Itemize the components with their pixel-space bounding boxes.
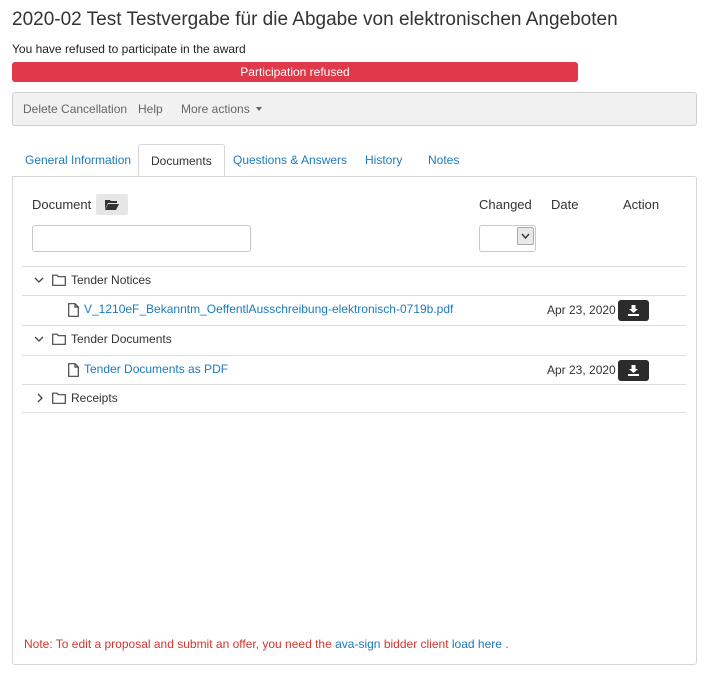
file-icon: [68, 303, 79, 317]
folder-icon: [52, 274, 66, 286]
chevron-down-icon[interactable]: [34, 335, 44, 343]
ava-sign-link[interactable]: ava-sign: [335, 637, 380, 651]
document-link[interactable]: Tender Documents as PDF: [84, 362, 228, 376]
changed-filter-select[interactable]: [479, 225, 536, 252]
action-toolbar: Delete Cancellation Help More actions: [12, 92, 697, 126]
date-column-header: Date: [551, 197, 579, 212]
document-filter-input[interactable]: [32, 225, 251, 252]
documents-panel: Document Changed Date Action Tender Noti…: [12, 176, 697, 665]
action-column-header: Action: [623, 197, 660, 212]
tab-general-information[interactable]: General Information: [25, 144, 131, 177]
download-icon: [628, 305, 639, 316]
load-here-link[interactable]: load here: [452, 637, 502, 651]
folder-icon: [52, 392, 66, 404]
status-badge: Participation refused: [12, 62, 578, 82]
changed-column-header: Changed: [479, 197, 532, 212]
chevron-down-icon[interactable]: [34, 276, 44, 284]
folder-label: Tender Documents: [71, 332, 172, 346]
note-middle: bidder client: [383, 637, 449, 651]
tab-documents[interactable]: Documents: [138, 144, 225, 178]
chevron-right-icon[interactable]: [36, 393, 44, 403]
tree-row-folder: Receipts: [22, 384, 686, 413]
file-icon: [68, 363, 79, 377]
tab-notes[interactable]: Notes: [428, 144, 459, 177]
status-text: You have refused to participate in the a…: [12, 42, 246, 56]
tree-row-folder: Tender Documents: [22, 325, 686, 354]
download-button[interactable]: [618, 360, 649, 381]
help-button[interactable]: Help: [138, 93, 163, 125]
note-suffix: .: [505, 637, 509, 651]
bidder-client-note: Note: To edit a proposal and submit an o…: [24, 637, 509, 651]
folder-label: Receipts: [71, 391, 118, 405]
tree-row-file: Tender Documents as PDF Apr 23, 2020: [22, 355, 686, 384]
tree-row-folder: Tender Notices: [22, 266, 686, 295]
folder-icon: [52, 333, 66, 345]
open-folder-button[interactable]: [96, 194, 128, 215]
caret-down-icon: [255, 107, 262, 111]
document-link[interactable]: V_1210eF_Bekanntm_OeffentlAusschreibung-…: [84, 302, 453, 316]
delete-cancellation-button[interactable]: Delete Cancellation: [23, 93, 127, 125]
folder-label: Tender Notices: [71, 273, 152, 287]
document-column-header: Document: [32, 197, 92, 212]
document-date: Apr 23, 2020: [547, 303, 616, 317]
tab-bar: General Information Documents Questions …: [12, 144, 697, 178]
tab-questions-answers[interactable]: Questions & Answers: [233, 144, 347, 177]
chevron-down-icon: [517, 227, 534, 245]
more-actions-button[interactable]: More actions: [181, 93, 262, 125]
tree-row-file: V_1210eF_Bekanntm_OeffentlAusschreibung-…: [22, 295, 686, 324]
download-button[interactable]: [618, 300, 649, 321]
document-date: Apr 23, 2020: [547, 363, 616, 377]
page-title: 2020-02 Test Testvergabe für die Abgabe …: [12, 9, 618, 30]
more-actions-label: More actions: [181, 102, 250, 116]
note-prefix: Note: To edit a proposal and submit an o…: [24, 637, 332, 651]
tab-history[interactable]: History: [365, 144, 402, 177]
folder-open-icon: [105, 200, 119, 210]
download-icon: [628, 365, 639, 376]
